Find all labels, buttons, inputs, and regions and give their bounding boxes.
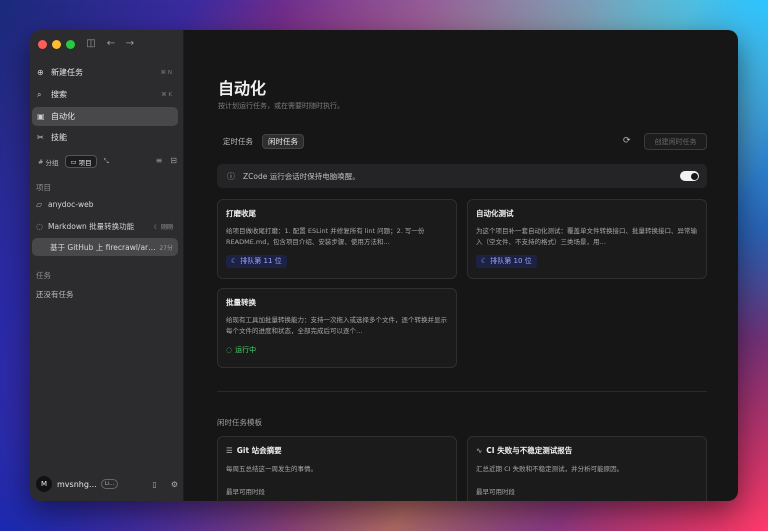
segment-group[interactable]: # 分组 [34, 155, 62, 168]
refresh-icon[interactable]: ⟳ [623, 136, 631, 146]
list-icon: ☰ [226, 446, 233, 455]
nav-automation[interactable]: ▣ 自动化 [32, 107, 178, 126]
template-time: 最早可用时段 [476, 488, 515, 496]
back-arrow-icon[interactable]: ← [104, 37, 118, 51]
segment-project-label: 项目 [78, 158, 92, 167]
nav-skills[interactable]: ✂ 技能 [32, 128, 178, 147]
task-card[interactable]: 自动化测试 为这个项目补一套自动化测试：覆盖单文件转换接口、批量转换接口、异常输… [467, 199, 707, 279]
pulse-icon: ∿ [476, 446, 483, 455]
folder-icon: ▭ [70, 157, 77, 166]
segment-group-label: 分组 [45, 158, 59, 167]
toggle-sidebar-icon[interactable]: ◫ [84, 37, 98, 51]
main-content: 自动化 按计划运行任务，或在需要时随时执行。 定时任务 闲时任务 ⟳ 创建闲时任… [184, 30, 738, 501]
moon-icon: ☾ [153, 223, 160, 231]
page-subtitle: 按计划运行任务，或在需要时随时执行。 [218, 102, 344, 110]
task-card-title: 批量转换 [226, 298, 256, 307]
nav-search[interactable]: ⌕ 搜索 ⌘ K [32, 85, 178, 104]
create-idle-task-button[interactable]: 创建闲时任务 [644, 133, 707, 150]
tasks-section-label: 任务 [36, 271, 51, 280]
project-meta: ☾ 刚刚 [154, 222, 173, 231]
project-label: Markdown 批量转换功能 [48, 221, 135, 231]
template-card[interactable]: ∿ CI 失败与不稳定测试报告 汇总近期 CI 失败和不稳定测试，并分析可能原因。… [467, 436, 707, 501]
spinner-icon: ◌ [36, 221, 43, 231]
template-desc: 每周五总结这一周发生的事情。 [226, 465, 317, 473]
template-time: 最早可用时段 [226, 488, 265, 496]
sidebar-tools: ≡ ⊟ [156, 156, 177, 165]
project-markdown-batch[interactable]: ◌ Markdown 批量转换功能 ☾ 刚刚 [32, 217, 178, 235]
keep-awake-toggle[interactable] [680, 171, 699, 181]
plus-circle-icon: ⊕ [37, 68, 44, 77]
nav-new-task[interactable]: ⊕ 新建任务 ⌘ N [32, 63, 178, 82]
moon-icon: ☾ [231, 257, 238, 265]
user-name[interactable]: mvsnhg… [57, 480, 97, 489]
close-window-button[interactable] [38, 40, 47, 49]
search-shortcut: ⌘ K [161, 91, 172, 98]
plan-badge: Li… [100, 479, 119, 489]
nav-automation-label: 自动化 [51, 112, 75, 121]
project-time: 刚刚 [160, 223, 173, 231]
notice-text: ZCode 运行会话时保持电脑唤醒。 [243, 171, 360, 181]
keep-awake-notice: ⓘ ZCode 运行会话时保持电脑唤醒。 [217, 164, 707, 188]
queue-status: 排队第 11 位 [240, 257, 282, 265]
archive-icon[interactable]: ⊟ [170, 156, 177, 165]
group-icon: # [38, 157, 44, 166]
project-time: 27分 [159, 244, 173, 252]
queue-status: 排队第 10 位 [490, 257, 532, 265]
user-bar: M mvsnhg… Li… ▯ ⚙ [36, 475, 178, 493]
forward-arrow-icon[interactable]: → [123, 37, 137, 51]
tab-idle[interactable]: 闲时任务 [262, 134, 304, 149]
templates-section-label: 闲时任务模板 [217, 418, 262, 427]
spinner-icon: ◌ [226, 346, 233, 354]
task-card[interactable]: 批量转换 给现有工具加批量转换能力：支持一次拖入或选择多个文件，逐个转换并显示每… [217, 288, 457, 368]
running-label: 运行中 [235, 346, 257, 354]
task-card-desc: 为这个项目补一套自动化测试：覆盖单文件转换接口、批量转换接口、异常输入（空文件、… [476, 227, 697, 246]
segment-project[interactable]: ▭ 项目 [65, 155, 97, 168]
template-card[interactable]: ☰ Git 站会摘要 每周五总结这一周发生的事情。 最早可用时段 [217, 436, 457, 501]
task-card-desc: 给项目做收尾打磨：1. 配置 ESLint 并修复所有 lint 问题；2. 写… [226, 227, 425, 246]
tasks-empty-text: 还没有任务 [36, 290, 74, 299]
template-title: Git 站会摘要 [236, 446, 282, 455]
filter-icon[interactable]: ≡ [156, 156, 163, 165]
nav-search-label: 搜索 [51, 90, 67, 99]
nav-skills-label: 技能 [51, 133, 67, 142]
tab-scheduled[interactable]: 定时任务 [218, 134, 258, 149]
page-title: 自动化 [218, 79, 267, 98]
automation-tabs: 定时任务 闲时任务 [218, 134, 304, 149]
new-task-shortcut: ⌘ N [160, 69, 172, 76]
task-card[interactable]: 打磨收尾 给项目做收尾打磨：1. 配置 ESLint 并修复所有 lint 问题… [217, 199, 457, 279]
running-status: ◌ 运行中 [226, 345, 448, 355]
task-card-title: 自动化测试 [476, 209, 514, 218]
avatar[interactable]: M [36, 476, 52, 492]
collapse-icon[interactable]: ⤡ [100, 155, 113, 168]
search-icon: ⌕ [37, 89, 42, 99]
zoom-window-button[interactable] [66, 40, 75, 49]
section-divider [217, 391, 707, 392]
app-window: ◫ ← → ⊕ 新建任务 ⌘ N ⌕ 搜索 ⌘ K ▣ 自动化 ✂ 技能 # 分组… [30, 30, 738, 501]
project-anydoc-web[interactable]: ▱ anydoc-web [32, 195, 178, 213]
window-controls [38, 40, 75, 49]
calendar-clock-icon: ▣ [37, 112, 45, 121]
tools-icon: ✂ [37, 133, 44, 142]
template-desc: 汇总近期 CI 失败和不稳定测试，并分析可能原因。 [476, 465, 624, 473]
moon-icon: ☾ [481, 257, 488, 265]
minimize-window-button[interactable] [52, 40, 61, 49]
info-icon: ⓘ [227, 171, 235, 181]
phone-icon[interactable]: ▯ [152, 480, 156, 489]
project-firecrawl[interactable]: 基于 GitHub 上 firecrawl/ar… 27分 [32, 238, 178, 256]
folder-icon: ▱ [36, 199, 43, 209]
template-title: CI 失败与不稳定测试报告 [486, 446, 573, 455]
task-card-title: 打磨收尾 [226, 209, 256, 218]
queue-badge: ☾ 排队第 10 位 [476, 254, 537, 268]
group-project-switch: # 分组 ▭ 项目 ⤡ [34, 155, 113, 168]
nav-new-task-label: 新建任务 [51, 68, 83, 77]
sidebar: ◫ ← → ⊕ 新建任务 ⌘ N ⌕ 搜索 ⌘ K ▣ 自动化 ✂ 技能 # 分组… [30, 30, 184, 501]
project-label: 基于 GitHub 上 firecrawl/ar… [50, 242, 156, 252]
task-card-desc: 给现有工具加批量转换能力：支持一次拖入或选择多个文件，逐个转换并显示每个文件的进… [226, 316, 447, 335]
gear-icon[interactable]: ⚙ [171, 480, 178, 489]
projects-section-label: 项目 [36, 183, 51, 192]
queue-badge: ☾ 排队第 11 位 [226, 254, 287, 268]
project-label: anydoc-web [48, 199, 94, 209]
